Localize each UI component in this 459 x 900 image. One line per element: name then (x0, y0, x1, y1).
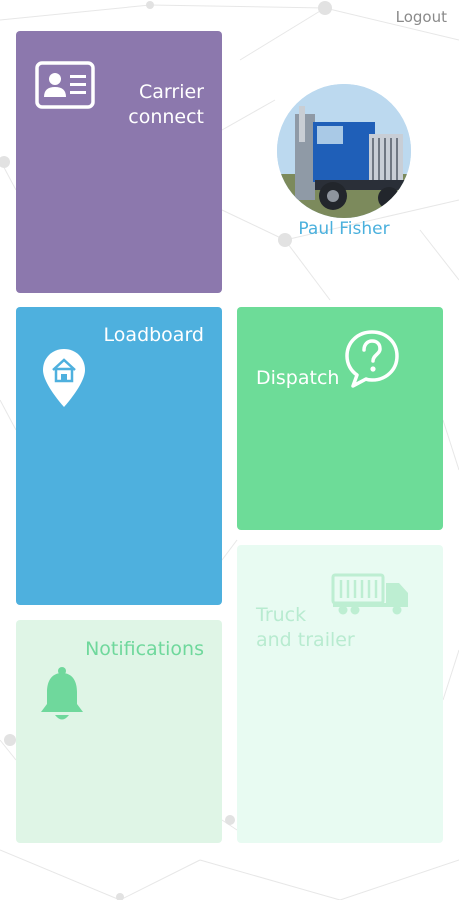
truck-and-trailer-label: Truck and trailer (256, 604, 355, 651)
carrier-connect-label: Carrier connect (128, 81, 204, 128)
logout-link[interactable]: Logout (396, 8, 447, 26)
user-name: Paul Fisher (298, 219, 390, 239)
user-profile[interactable]: Paul Fisher (272, 84, 416, 239)
loadboard-tile[interactable]: Loadboard (16, 307, 222, 605)
question-bubble-icon (344, 329, 400, 393)
notifications-label: Notifications (85, 638, 204, 660)
avatar (277, 84, 411, 218)
id-card-icon (35, 61, 95, 113)
home-pin-icon (41, 347, 87, 413)
truck-and-trailer-tile[interactable]: Truck and trailer (237, 545, 443, 843)
carrier-connect-tile[interactable]: Carrier connect (16, 31, 222, 293)
dispatch-tile[interactable]: Dispatch (237, 307, 443, 530)
notifications-tile[interactable]: Notifications (16, 620, 222, 843)
dispatch-label: Dispatch (256, 367, 340, 389)
bell-icon (38, 666, 86, 728)
loadboard-label: Loadboard (103, 324, 204, 346)
